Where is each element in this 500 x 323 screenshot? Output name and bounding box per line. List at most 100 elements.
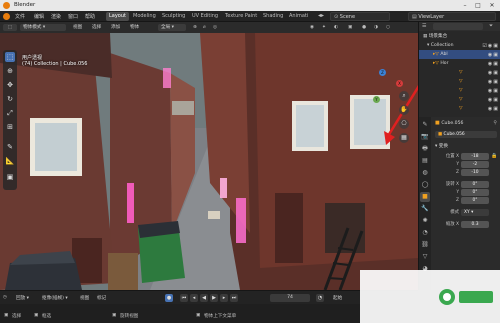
- particles-tab-icon[interactable]: ✺: [420, 216, 430, 226]
- physics-tab-icon[interactable]: ◔: [420, 228, 430, 238]
- pivot-icon[interactable]: ⊕: [193, 24, 197, 31]
- workspace-arrows-icon[interactable]: ◂▸: [318, 12, 324, 19]
- rotation-mode-dropdown[interactable]: XY ▾: [461, 209, 489, 216]
- location-x-field[interactable]: -18: [461, 153, 489, 160]
- menu-file[interactable]: 文件: [15, 13, 25, 20]
- shading-material-icon[interactable]: ◑: [374, 24, 378, 31]
- shading-rendered-icon[interactable]: ○: [386, 24, 390, 31]
- visibility-icon[interactable]: ◉: [310, 24, 314, 31]
- perspective-grid-icon[interactable]: ▦: [399, 133, 409, 143]
- annotate-icon[interactable]: ✎: [5, 142, 15, 152]
- jump-start-icon[interactable]: ⏮: [180, 294, 188, 302]
- play-icon[interactable]: ▶: [210, 294, 218, 302]
- view-layer-selector[interactable]: ▤ ViewLayer: [408, 12, 496, 21]
- rotation-x-field[interactable]: 0°: [461, 181, 489, 188]
- tool-tab-icon[interactable]: ✎: [420, 120, 430, 130]
- menu-view[interactable]: 视图: [73, 24, 82, 31]
- add-cube-icon[interactable]: ▣: [5, 172, 15, 182]
- menu-playback[interactable]: 回放 ▾: [16, 295, 29, 301]
- rotation-z-field[interactable]: 0°: [461, 197, 489, 204]
- tab-shading[interactable]: Shading: [260, 12, 286, 21]
- snap-icon[interactable]: ⌀: [203, 24, 206, 31]
- prev-key-icon[interactable]: ◂: [190, 294, 198, 302]
- gizmo-icon[interactable]: ✦: [322, 24, 326, 31]
- outliner-scene-collection[interactable]: ▦ 场景集合: [419, 32, 500, 41]
- scene-selector[interactable]: ⊙ Scene: [330, 12, 390, 21]
- tab-uv-editing[interactable]: UV Editing: [189, 12, 221, 21]
- lock-icon[interactable]: 🔒: [491, 153, 497, 160]
- menu-object[interactable]: 物体: [130, 24, 139, 31]
- menu-keying[interactable]: 抠像(插帧) ▾: [42, 295, 68, 301]
- outliner-item[interactable]: ▽ ◉▣: [419, 77, 500, 86]
- next-key-icon[interactable]: ▸: [220, 294, 228, 302]
- rotation-y-field[interactable]: 0°: [461, 189, 489, 196]
- measure-icon[interactable]: 📐: [5, 156, 15, 166]
- mode-dropdown[interactable]: 物体模式 ▾: [20, 24, 66, 31]
- outliner-item-hor[interactable]: ▸▽ Hor ◉▣: [419, 59, 500, 68]
- data-tab-icon[interactable]: ▽: [420, 252, 430, 262]
- 3d-viewport[interactable]: 用户透视 (74) Collection | Cube.056 Z X Y ⌕ …: [0, 33, 418, 290]
- object-tab-icon[interactable]: ■: [420, 192, 430, 202]
- pan-hand-icon[interactable]: ✋: [399, 105, 409, 115]
- play-reverse-icon[interactable]: ◀: [200, 294, 208, 302]
- menu-add[interactable]: 添加: [111, 24, 120, 31]
- select-box-icon[interactable]: ⬚: [5, 52, 15, 62]
- camera-view-icon[interactable]: ⎔: [399, 119, 409, 129]
- transform-section-header[interactable]: ▾ 变换: [435, 143, 448, 150]
- render-tab-icon[interactable]: 📷: [420, 132, 430, 142]
- gizmo-z-axis[interactable]: Z: [379, 69, 386, 76]
- location-y-field[interactable]: -2: [461, 161, 489, 168]
- proportional-icon[interactable]: ◎: [213, 24, 217, 31]
- gizmo-x-axis[interactable]: X: [396, 80, 403, 87]
- scene-tab-icon[interactable]: ◍: [420, 168, 430, 178]
- xray-icon[interactable]: ▣: [348, 24, 352, 31]
- outliner-item[interactable]: ▽ ◉▣: [419, 68, 500, 77]
- minimize-icon[interactable]: –: [459, 1, 471, 10]
- output-tab-icon[interactable]: 🖶: [420, 144, 430, 154]
- row-visibility-icons[interactable]: ◉▣: [488, 105, 499, 114]
- view-layer-tab-icon[interactable]: ▤: [420, 156, 430, 166]
- overlay-icon[interactable]: ◐: [334, 24, 338, 31]
- menu-view[interactable]: 视图: [80, 295, 89, 301]
- close-icon[interactable]: ✕: [486, 1, 498, 10]
- gizmo-y-axis[interactable]: Y: [373, 96, 380, 103]
- pin-icon[interactable]: ⚲: [493, 120, 497, 126]
- filter-icon[interactable]: ⏷: [489, 23, 493, 29]
- maximize-icon[interactable]: □: [472, 1, 484, 10]
- scale-x-field[interactable]: 0.3: [461, 221, 489, 228]
- outliner-editor-icon[interactable]: ☰: [422, 23, 426, 29]
- outliner-item[interactable]: ▽ ◉▣: [419, 86, 500, 95]
- menu-window[interactable]: 窗口: [68, 13, 78, 20]
- jump-end-icon[interactable]: ⏭: [230, 294, 238, 302]
- rotate-icon[interactable]: ↻: [5, 94, 15, 104]
- menu-help[interactable]: 帮助: [85, 13, 95, 20]
- editor-type-icon[interactable]: ⬚: [3, 24, 17, 31]
- object-name-field[interactable]: ■ Cube.056: [435, 131, 497, 138]
- transform-icon[interactable]: ⊞: [5, 122, 15, 132]
- outliner-item-abl[interactable]: ▸▽ Abl ◉▣: [419, 50, 500, 59]
- cursor-icon[interactable]: ⊕: [5, 66, 15, 76]
- timeline-editor-icon[interactable]: ◷: [3, 295, 7, 300]
- tab-modeling[interactable]: Modeling: [130, 12, 159, 21]
- outliner-item[interactable]: ▽ ◉▣: [419, 104, 500, 113]
- outliner-collection[interactable]: ▾ Collection ☑◉▣: [419, 41, 500, 50]
- clock-icon[interactable]: ◔: [316, 294, 324, 302]
- menu-select[interactable]: 选择: [92, 24, 101, 31]
- record-icon[interactable]: ●: [165, 294, 173, 302]
- constraints-tab-icon[interactable]: ⛓: [420, 240, 430, 250]
- tab-layout[interactable]: Layout: [106, 12, 129, 21]
- menu-edit[interactable]: 编辑: [34, 13, 44, 20]
- tab-sculpting[interactable]: Sculpting: [159, 12, 188, 21]
- outliner-search-input[interactable]: [433, 23, 483, 30]
- menu-marker[interactable]: 标记: [97, 295, 106, 301]
- tab-animation[interactable]: Animati: [286, 12, 311, 21]
- menu-render[interactable]: 渲染: [51, 13, 61, 20]
- current-frame-field[interactable]: 74: [270, 294, 310, 302]
- scale-icon[interactable]: ⤢: [5, 108, 15, 118]
- location-z-field[interactable]: -10: [461, 169, 489, 176]
- zoom-icon[interactable]: ⌕: [399, 91, 409, 101]
- blender-menu-icon[interactable]: [3, 13, 10, 20]
- move-icon[interactable]: ✥: [5, 80, 15, 90]
- expand-icon[interactable]: ▾: [419, 43, 431, 48]
- orientation-dropdown[interactable]: 全局 ▾: [158, 24, 186, 31]
